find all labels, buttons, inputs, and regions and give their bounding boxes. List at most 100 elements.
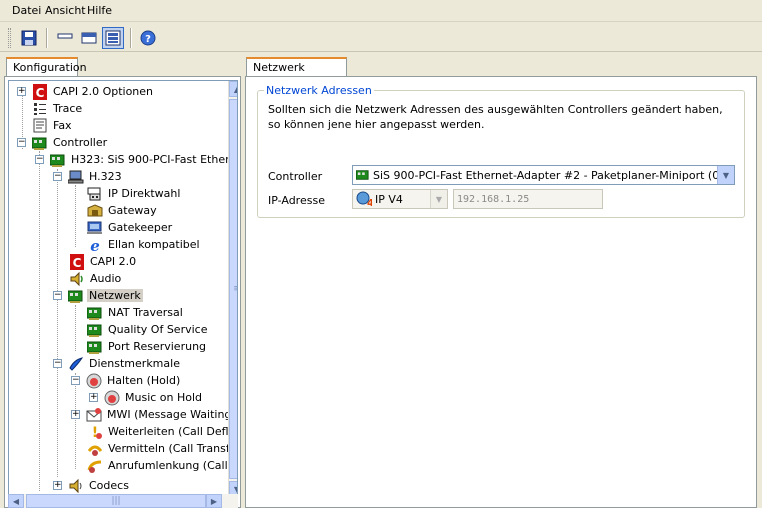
tree-item-ellan-kompatibel[interactable]: e Ellan kompatibel — [87, 236, 202, 253]
tree-item-h323-adapter[interactable]: − H323: SiS 900-PCI-Fast Ethernet- — [35, 151, 237, 168]
mwi-icon — [86, 407, 102, 423]
e-icon: e — [87, 237, 103, 253]
tree-item-port-reservierung[interactable]: Port Reservierung — [87, 338, 208, 355]
tree-item-gatekeeper[interactable]: Gatekeeper — [87, 219, 174, 236]
tree-item-anrufumlenkung[interactable]: Anrufumlenkung (Call Div — [87, 457, 237, 474]
scroll-right-button[interactable]: ▶ — [206, 494, 222, 508]
collapse-icon[interactable]: − — [35, 155, 44, 164]
view-small-button[interactable] — [54, 27, 76, 49]
view-large-button[interactable] — [102, 27, 124, 49]
collapse-icon[interactable]: − — [53, 291, 62, 300]
group-title: Netzwerk Adressen — [266, 84, 372, 97]
svg-text:?: ? — [145, 34, 151, 45]
expand-icon[interactable]: + — [53, 481, 62, 490]
config-tree: + C CAPI 2.0 Optionen Trace Fax − Contro… — [8, 80, 238, 500]
tree-line — [75, 305, 76, 351]
tree-item-nat-traversal[interactable]: NAT Traversal — [87, 304, 185, 321]
h-scroll-thumb[interactable]: ||| — [26, 494, 206, 508]
expand-icon[interactable]: + — [71, 410, 80, 419]
codecs-icon — [68, 478, 84, 494]
capi-icon: C — [32, 83, 48, 100]
collapse-icon[interactable]: − — [71, 376, 80, 385]
controller-dropdown[interactable]: SiS 900-PCI-Fast Ethernet-Adapter #2 - P… — [352, 165, 735, 185]
hold-icon — [86, 373, 102, 389]
network-card-icon — [87, 305, 103, 321]
chevron-down-icon[interactable]: ▼ — [717, 166, 734, 184]
deflect-icon: ! — [87, 424, 103, 440]
menu-ansicht[interactable]: Ansicht — [45, 4, 86, 17]
tree-item-controller[interactable]: − Controller — [17, 134, 109, 151]
tree-line — [39, 151, 40, 491]
menu-hilfe[interactable]: Hilfe — [87, 4, 112, 17]
audio-icon — [69, 271, 85, 287]
tree-item-music-on-hold[interactable]: + Music on Hold — [89, 389, 204, 406]
tree-item-audio[interactable]: Audio — [69, 270, 123, 287]
tree-item-capi-optionen[interactable]: + C CAPI 2.0 Optionen — [17, 83, 155, 100]
tree-item-dienstmerkmale[interactable]: − Dienstmerkmale — [53, 355, 182, 372]
menu-bar: Datei Ansicht Hilfe — [0, 0, 762, 22]
tree-item-vermitteln[interactable]: Vermitteln (Call Transfer) — [87, 440, 237, 457]
svg-text:C: C — [36, 86, 45, 100]
collapse-icon[interactable]: − — [53, 172, 62, 181]
svg-text:4: 4 — [367, 198, 372, 207]
tree-item-weiterleiten[interactable]: ! Weiterleiten (Call Deflecti — [87, 423, 237, 440]
tree-vertical-scrollbar[interactable]: ▲ ≡ ▼ — [228, 81, 237, 499]
controller-value: SiS 900-PCI-Fast Ethernet-Adapter #2 - P… — [373, 168, 718, 182]
svg-text:C: C — [73, 256, 82, 270]
help-icon: ? — [140, 30, 156, 46]
transfer-icon — [87, 441, 103, 457]
controller-icon — [32, 135, 48, 151]
toolbar-separator — [130, 28, 132, 48]
toolbar-grip[interactable] — [8, 28, 11, 48]
group-description: Sollten sich die Netzwerk Adressen des a… — [268, 103, 723, 131]
phone-icon — [87, 186, 103, 202]
tree-item-capi20[interactable]: C CAPI 2.0 — [69, 253, 138, 270]
tree-item-halten[interactable]: − Halten (Hold) — [71, 372, 182, 389]
collapse-icon[interactable]: − — [53, 359, 62, 368]
toolbar-separator — [46, 28, 48, 48]
tree-item-codecs[interactable]: + Codecs — [53, 477, 131, 494]
divert-icon — [87, 458, 103, 474]
ip-version-dropdown[interactable]: 4 IP V4 ▼ — [352, 189, 448, 209]
chevron-down-icon[interactable]: ▼ — [430, 190, 447, 208]
tree-item-h323[interactable]: − H.323 — [53, 168, 124, 185]
ip-address-field[interactable]: 192.168.1.25 — [453, 189, 603, 209]
fax-icon — [32, 118, 48, 134]
tab-konfiguration[interactable]: Konfiguration — [6, 57, 87, 77]
tree-horizontal-scrollbar[interactable]: ◀ ||| ▶ — [8, 494, 238, 508]
network-card-icon — [356, 169, 370, 181]
svg-text:e: e — [90, 237, 100, 253]
tree-item-mwi[interactable]: + MWI (Message Waiting In — [71, 406, 237, 423]
view-medium-icon — [81, 32, 97, 44]
tree-item-gateway[interactable]: Gateway — [87, 202, 159, 219]
controller-label: Controller — [268, 170, 323, 183]
expand-icon[interactable]: + — [17, 87, 26, 96]
tree-line — [75, 185, 76, 247]
tree-item-ip-direktwahl[interactable]: IP Direktwahl — [87, 185, 182, 202]
network-card-icon — [68, 288, 84, 304]
help-button[interactable]: ? — [137, 27, 159, 49]
collapse-icon[interactable]: − — [17, 138, 26, 147]
trace-icon — [32, 101, 48, 117]
save-button[interactable] — [18, 27, 40, 49]
tree-item-quality-of-service[interactable]: Quality Of Service — [87, 321, 209, 338]
scroll-thumb[interactable]: ≡ — [229, 99, 237, 479]
scroll-left-button[interactable]: ◀ — [8, 494, 24, 508]
expand-icon[interactable]: + — [89, 393, 98, 402]
toolbar: ? — [0, 24, 762, 52]
scroll-up-button[interactable]: ▲ — [229, 81, 237, 97]
tree-item-netzwerk[interactable]: − Netzwerk — [53, 287, 143, 304]
menu-datei[interactable]: Datei — [12, 4, 41, 17]
ip-adresse-label: IP-Adresse — [268, 194, 325, 207]
tab-netzwerk-adressen[interactable]: Netzwerk Adressen — [246, 57, 347, 87]
view-medium-button[interactable] — [78, 27, 100, 49]
tree-item-fax[interactable]: Fax — [32, 117, 74, 134]
tree-line — [57, 169, 58, 477]
ip-version-value: IP V4 — [375, 192, 403, 206]
capi-icon: C — [69, 253, 85, 270]
network-card-icon — [50, 152, 66, 168]
tree-item-trace[interactable]: Trace — [32, 100, 84, 117]
save-icon — [21, 30, 37, 46]
ipv4-icon: 4 — [356, 191, 372, 207]
view-small-icon — [57, 33, 73, 39]
